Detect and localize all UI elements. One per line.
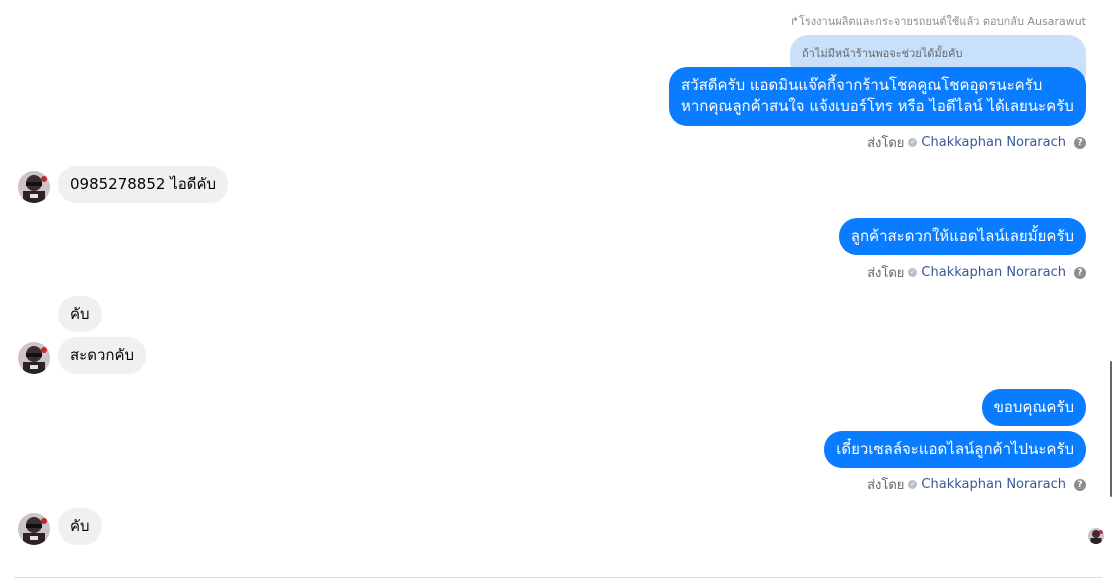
message-text: คับ <box>70 305 90 323</box>
avatar-image <box>18 171 50 203</box>
contact-avatar[interactable] <box>18 342 50 374</box>
help-icon[interactable]: ? <box>1074 136 1086 149</box>
outgoing-message-bubble[interactable]: เดี๋ยวเซลล์จะแอดไลน์ลูกค้าไปนะครับ <box>824 431 1086 468</box>
scrollbar-thumb[interactable] <box>1110 361 1112 497</box>
message-text: ขอบคุณครับ <box>993 398 1074 416</box>
avatar-image <box>18 342 50 374</box>
incoming-message-bubble[interactable]: คับ <box>58 508 102 545</box>
avatar-image <box>18 513 50 545</box>
help-icon[interactable]: ? <box>1074 478 1086 491</box>
quoted-message-text: ถ้าไม่มีหน้าร้านพอจะช่วยได้มั้ยคับ <box>802 47 963 60</box>
check-icon: ✓ <box>908 480 918 489</box>
contact-avatar[interactable] <box>18 513 50 545</box>
outgoing-message-bubble[interactable]: ขอบคุณครับ <box>981 389 1086 426</box>
help-icon[interactable]: ? <box>1074 266 1086 279</box>
sent-by-info: ส่งโดย ✓ Chakkaphan Norarach ? <box>867 474 1086 495</box>
incoming-message-bubble[interactable]: 0985278852 ไอดีคับ <box>58 166 229 203</box>
sender-name-link[interactable]: Chakkaphan Norarach <box>921 265 1066 280</box>
message-text: คับ <box>70 517 90 535</box>
sent-by-label: ส่งโดย <box>867 136 905 151</box>
message-text: สะดวกคับ <box>70 346 135 364</box>
avatar-image <box>1088 528 1104 544</box>
check-icon: ✓ <box>908 268 918 277</box>
incoming-message-bubble[interactable]: สะดวกคับ <box>58 337 147 374</box>
message-text-line: สวัสดีครับ แอดมินแจ๊คกี้จากร้านโชคคูณโชค… <box>681 76 1043 94</box>
outgoing-message-bubble[interactable]: ลูกค้าสะดวกให้แอดไลน์เลยมั้ยครับ <box>838 218 1086 255</box>
composer-top-border <box>14 577 1102 578</box>
message-text: 0985278852 ไอดีคับ <box>70 175 217 193</box>
incoming-message-bubble[interactable]: คับ <box>58 296 102 332</box>
sent-by-info: ส่งโดย ✓ Chakkaphan Norarach ? <box>867 262 1086 283</box>
seen-indicator-avatar <box>1088 528 1104 544</box>
sent-by-label: ส่งโดย <box>867 266 905 281</box>
sent-by-info: ส่งโดย ✓ Chakkaphan Norarach ? <box>867 132 1086 153</box>
reply-context-label: ↱โรงงานผลิตและกระจายรถยนต์ใช้แล้ว ตอบกลั… <box>789 15 1086 28</box>
sent-by-label: ส่งโดย <box>867 478 905 493</box>
conversation-panel: ↱โรงงานผลิตและกระจายรถยนต์ใช้แล้ว ตอบกลั… <box>0 0 1114 581</box>
outgoing-message-bubble[interactable]: สวัสดีครับ แอดมินแจ๊คกี้จากร้านโชคคูณโชค… <box>669 67 1086 126</box>
check-icon: ✓ <box>908 138 918 147</box>
sender-name-link[interactable]: Chakkaphan Norarach <box>921 135 1066 150</box>
message-text: เดี๋ยวเซลล์จะแอดไลน์ลูกค้าไปนะครับ <box>836 440 1074 458</box>
message-text: ลูกค้าสะดวกให้แอดไลน์เลยมั้ยครับ <box>850 227 1074 245</box>
contact-avatar[interactable] <box>18 171 50 203</box>
sender-name-link[interactable]: Chakkaphan Norarach <box>921 477 1066 492</box>
message-text-line: หากคุณลูกค้าสนใจ แจ้งเบอร์โทร หรือ ไอดีไ… <box>681 97 1074 115</box>
